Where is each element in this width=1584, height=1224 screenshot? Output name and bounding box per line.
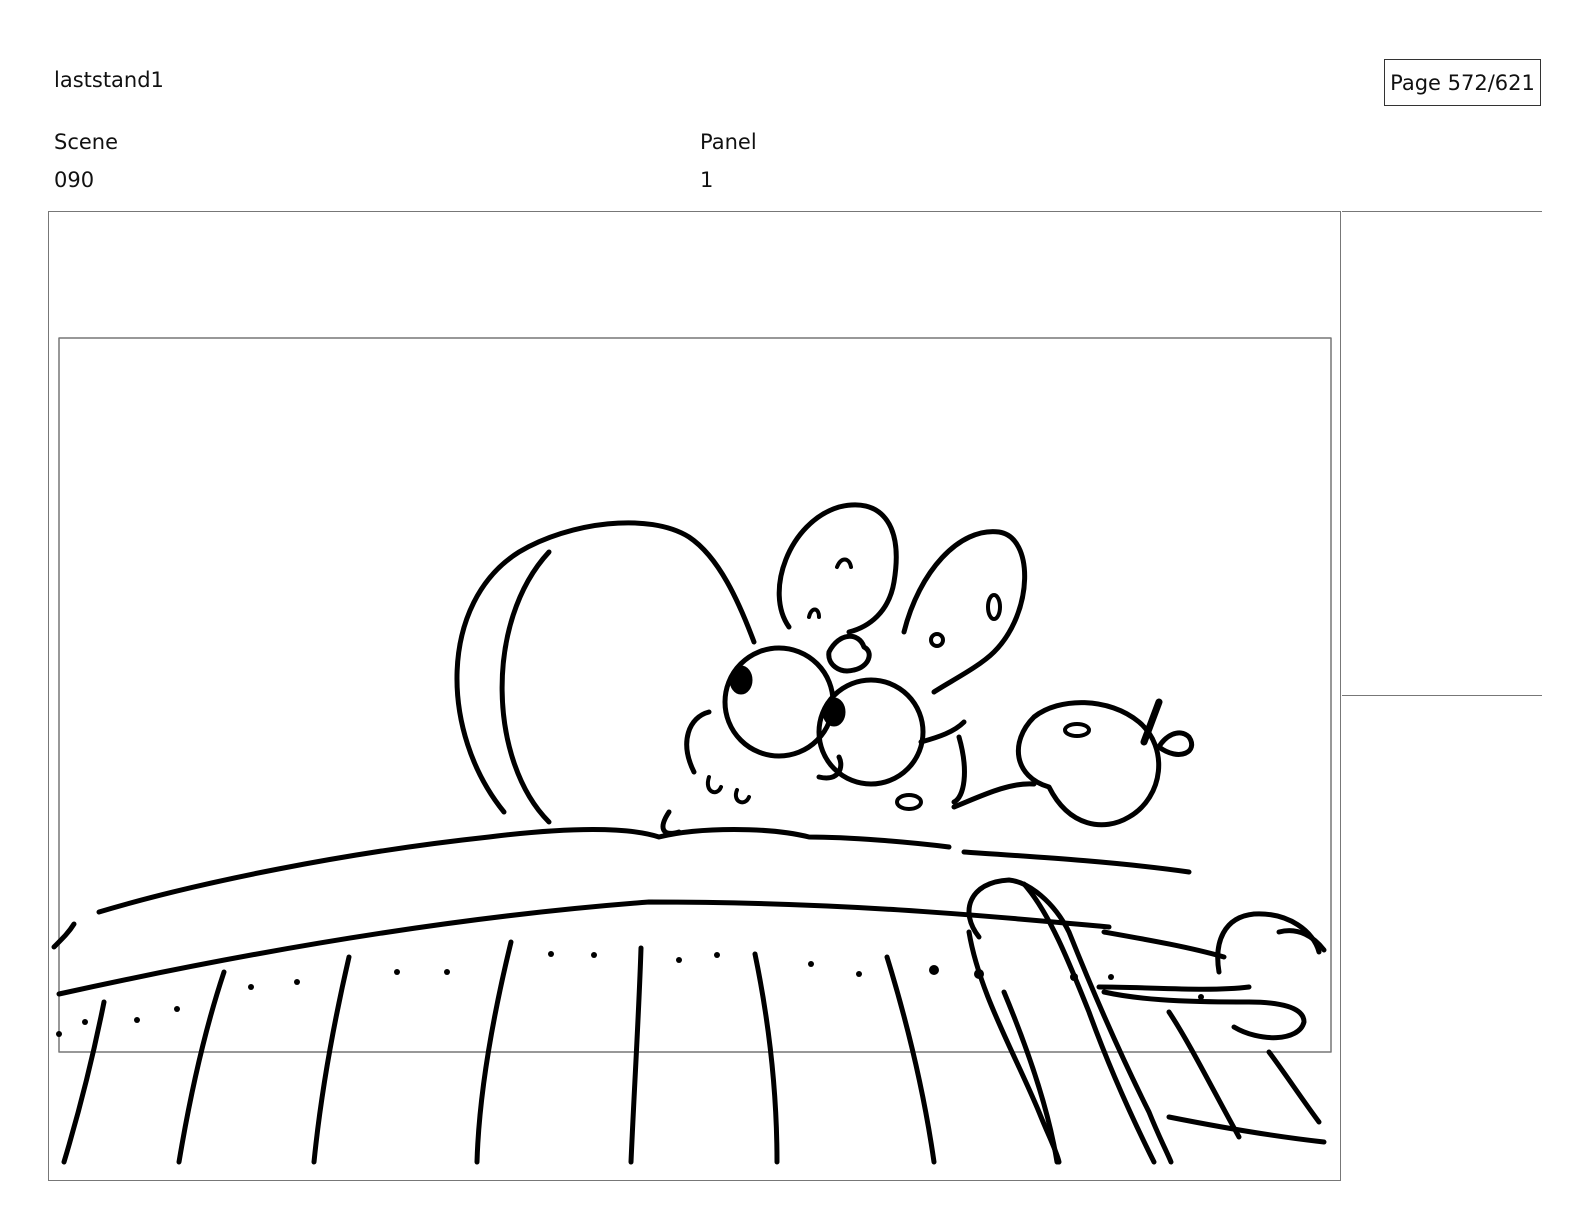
panel-value: 1 [700, 168, 714, 192]
blanket-stripe [61, 999, 107, 1165]
blanket-stripe [176, 969, 227, 1165]
storyboard-panel [48, 211, 1341, 1181]
blanket-stripe [884, 954, 937, 1165]
left-eye [722, 645, 836, 759]
blanket-stripe [311, 954, 352, 1165]
blanket-stripe [628, 945, 644, 1165]
safe-area-frame [58, 337, 1332, 1053]
blanket-fold-line [56, 899, 1112, 997]
scene-label: Scene [54, 130, 119, 154]
round-shape-inner [499, 549, 552, 825]
body-left [684, 709, 712, 775]
right-eye [816, 677, 926, 787]
nose-tuft [826, 633, 872, 674]
blanket-top-edge [96, 827, 952, 915]
blanket-stripe [752, 951, 780, 1165]
storyboard-sketch [51, 337, 1332, 1165]
panel-label: Panel [700, 130, 757, 154]
scene-value: 090 [54, 168, 95, 192]
right-ear [901, 529, 1028, 695]
stitch-dots [56, 951, 1204, 1037]
page-indicator: Page 572/621 [1384, 59, 1541, 106]
notes-divider-middle [1342, 695, 1542, 696]
project-title: laststand1 [54, 68, 164, 92]
small-round-object [1016, 700, 1162, 828]
notes-divider-top [1342, 211, 1542, 212]
hand [1101, 929, 1227, 960]
